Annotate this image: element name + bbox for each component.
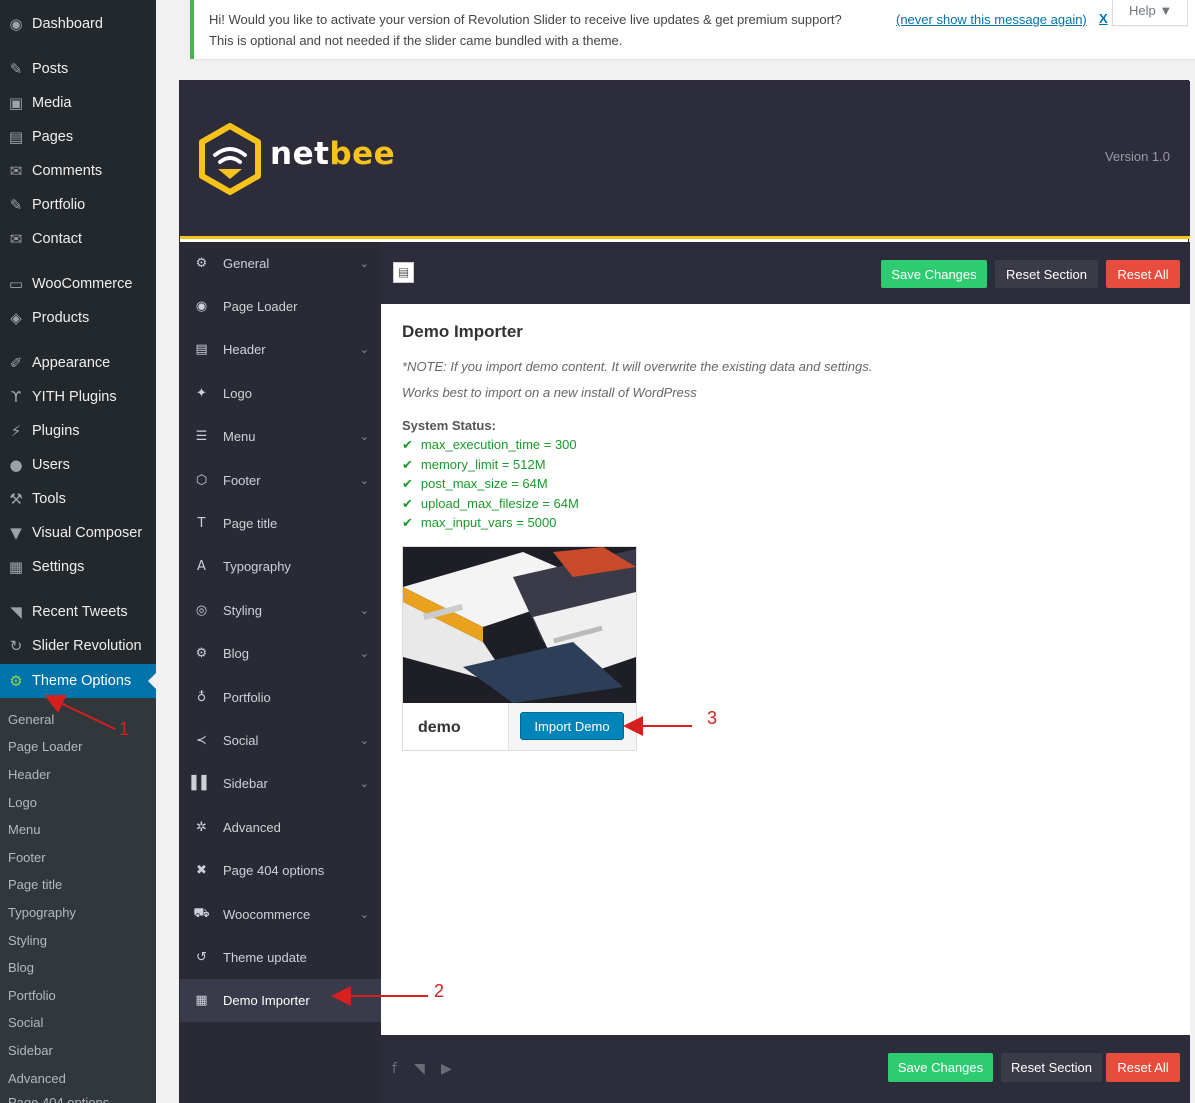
arrow-1 xyxy=(44,694,116,730)
annotation-number-1: 1 xyxy=(119,719,130,739)
annotation-arrows xyxy=(44,694,692,1006)
annotation-number-3: 3 xyxy=(707,708,718,728)
annotation-number-2: 2 xyxy=(434,981,445,1001)
